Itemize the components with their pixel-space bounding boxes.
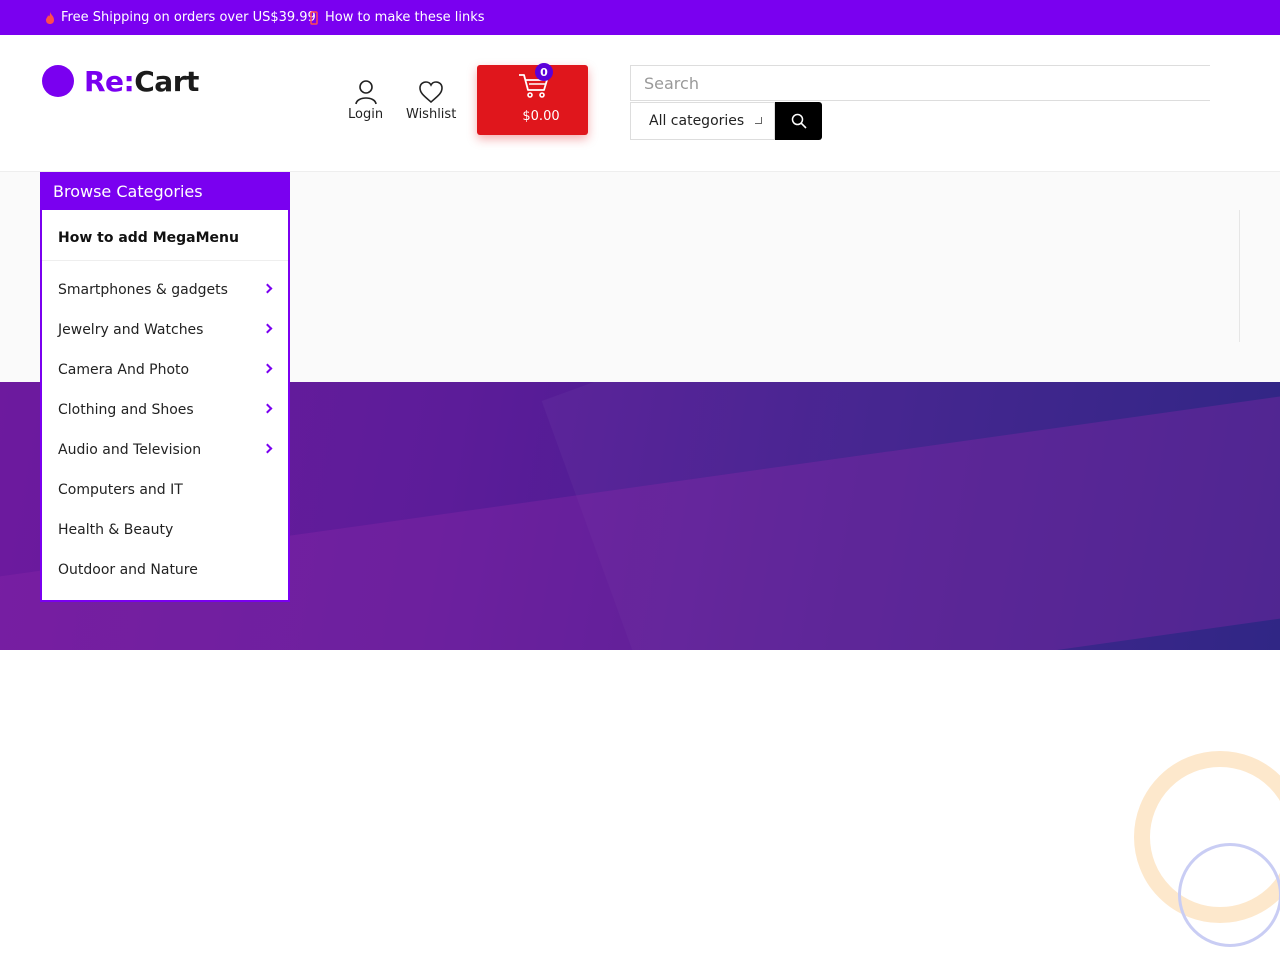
chevron-right-icon [262, 363, 273, 374]
site-logo[interactable]: Re:Cart [42, 63, 202, 99]
megamenu-link[interactable]: How to add MegaMenu [58, 230, 239, 246]
phone-icon [310, 10, 318, 25]
category-item-outdoor[interactable]: Outdoor and Nature [42, 550, 288, 590]
category-label: Smartphones & gadgets [58, 282, 228, 298]
cart-button[interactable]: 0 $0.00 [477, 63, 588, 135]
category-label: Jewelry and Watches [58, 322, 204, 338]
category-item-health[interactable]: Health & Beauty [42, 510, 288, 550]
chevron-right-icon [262, 443, 273, 454]
free-shipping-text: Free Shipping on orders over US$39.99 [61, 10, 316, 25]
logo-wordmark: Re:Cart [84, 64, 199, 98]
search-icon [791, 113, 807, 129]
fire-icon [46, 11, 54, 24]
browse-categories-title[interactable]: Browse Categories [40, 172, 290, 210]
make-links-text[interactable]: How to make these links [325, 10, 485, 25]
category-item-camera[interactable]: Camera And Photo [42, 350, 288, 390]
free-shipping-notice: Free Shipping on orders over US$39.99 [45, 0, 316, 35]
search-input[interactable] [630, 65, 1210, 101]
category-label: Audio and Television [58, 442, 202, 458]
divider [42, 260, 288, 261]
logo-mark [42, 65, 74, 97]
site-header: Re:Cart Login Wishlist 0 $0.00 All categ… [0, 35, 1280, 172]
divider [1239, 210, 1240, 342]
browse-categories-panel: Browse Categories How to add MegaMenu Sm… [40, 172, 290, 602]
cart-total: $0.00 [522, 109, 560, 124]
login-label: Login [348, 107, 384, 122]
wishlist-label: Wishlist [406, 107, 457, 122]
category-item-audio[interactable]: Audio and Television [42, 430, 288, 470]
category-item-clothing[interactable]: Clothing and Shoes [42, 390, 288, 430]
wishlist-button[interactable]: Wishlist [406, 79, 456, 122]
category-label: Computers and IT [58, 482, 183, 498]
chevron-right-icon [262, 403, 273, 414]
category-item-smartphones[interactable]: Smartphones & gadgets [42, 270, 288, 310]
category-item-computers[interactable]: Computers and IT [42, 470, 288, 510]
search-button[interactable] [775, 102, 822, 140]
login-button[interactable]: Login [348, 79, 383, 122]
top-promo-bar: Free Shipping on orders over US$39.99 Ho… [0, 0, 1280, 35]
category-label: Clothing and Shoes [58, 402, 194, 418]
category-item-jewelry[interactable]: Jewelry and Watches [42, 310, 288, 350]
category-label: Camera And Photo [58, 362, 190, 378]
category-select[interactable]: All categories [630, 102, 775, 140]
chevron-right-icon [262, 283, 273, 294]
decorative-ring-blue [1178, 843, 1280, 947]
make-links-notice[interactable]: How to make these links [309, 0, 485, 35]
chevron-right-icon [262, 323, 273, 334]
category-label: Outdoor and Nature [58, 562, 198, 578]
heart-icon [419, 81, 443, 104]
category-select-value: All categories [649, 113, 745, 129]
cart-count-badge: 0 [535, 63, 553, 81]
chevron-down-icon [755, 117, 762, 124]
user-icon [354, 80, 377, 105]
category-label: Health & Beauty [58, 522, 174, 538]
